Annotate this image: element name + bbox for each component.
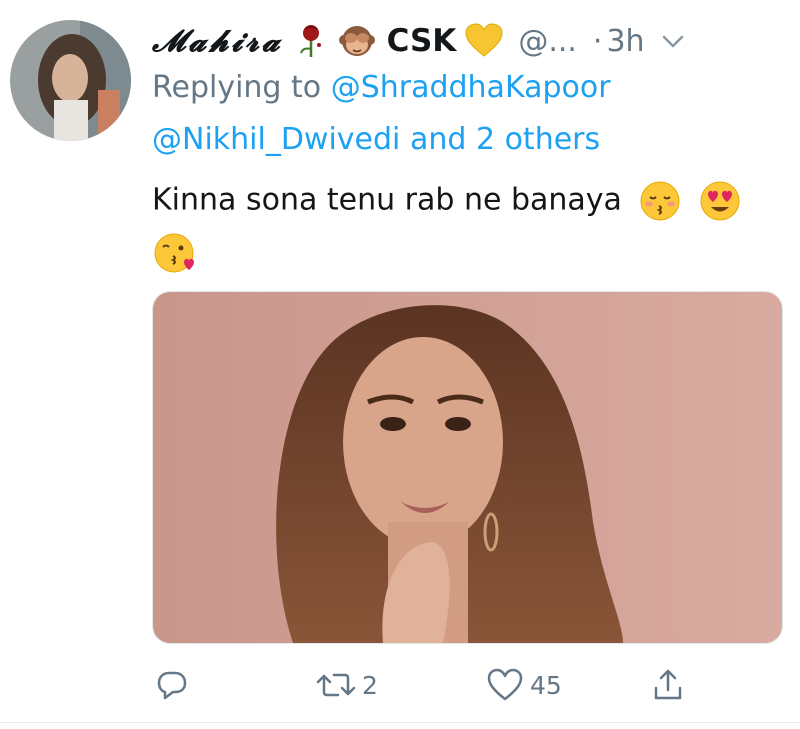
others-link[interactable]: 2 others [476,122,600,157]
like-count: 45 [530,670,562,700]
yellow-heart-icon [464,23,504,59]
tweet-action-bar: 2 45 [0,660,800,710]
user-handle[interactable]: @... [518,24,577,59]
heart-icon [487,668,523,701]
tweet-header: 𝓜𝓪𝓱𝓲𝓻𝓪 CSK @... · 3h [152,18,792,64]
retweet-count: 2 [362,670,378,700]
replying-to-line: Replying to @ShraddhaKapoor [152,70,611,105]
chevron-down-icon[interactable] [661,33,685,49]
tweet-text: Kinna sona tenu rab ne banaya [152,180,741,222]
tweet-media-image[interactable] [152,291,783,644]
team-label: CSK [386,23,457,59]
avatar[interactable] [10,20,131,141]
separator-dot: · [592,23,603,59]
tweet-divider [0,722,800,723]
share-button[interactable] [651,660,685,710]
retweet-icon [316,673,356,697]
share-icon [654,669,682,700]
mention-link[interactable]: @ShraddhaKapoor [331,70,611,105]
replying-to-line-2: @Nikhil_Dwivedi and 2 others [152,122,600,157]
replying-to-label: Replying to [152,70,322,105]
reply-icon [157,671,187,700]
display-name[interactable]: 𝓜𝓪𝓱𝓲𝓻𝓪 [152,24,283,59]
and-label[interactable]: and [410,122,466,157]
tweet-body: Kinna sona tenu rab ne banaya [152,182,622,218]
like-button[interactable]: 45 [486,660,562,710]
face-blowing-kiss-icon [152,230,198,276]
see-no-evil-monkey-icon [338,23,375,59]
kissing-closed-eyes-icon [639,180,681,222]
timestamp[interactable]: 3h [606,24,644,59]
mention-link[interactable]: @Nikhil_Dwivedi [152,122,400,157]
heart-eyes-icon [699,180,741,222]
reply-button[interactable] [155,660,195,710]
wilted-rose-icon [293,23,329,59]
retweet-button[interactable]: 2 [316,660,378,710]
